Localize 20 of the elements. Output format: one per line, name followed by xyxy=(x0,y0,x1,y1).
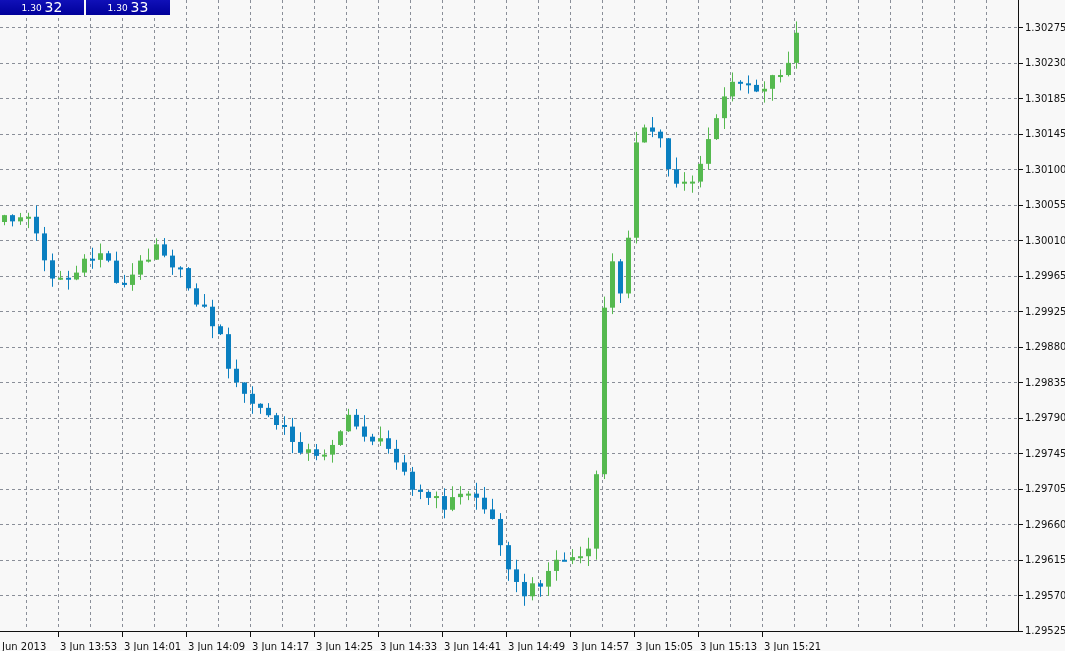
price-label: 1.30 32 xyxy=(0,0,84,15)
price-axis-label: 1.29745 xyxy=(1025,447,1065,459)
price-axis-label: 1.29790 xyxy=(1025,412,1065,423)
price-axis-label: 1.30230 xyxy=(1025,57,1065,68)
price-axis-label: 1.29660 xyxy=(1025,518,1065,530)
price-axis-label: 1.29880 xyxy=(1025,341,1065,352)
price-axis-label: 1.30185 xyxy=(1025,92,1065,104)
price-axis-label: 1.30055 xyxy=(1025,199,1065,210)
price-axis-label: 1.29965 xyxy=(1025,270,1065,281)
price-axis-label: 1.30010 xyxy=(1025,234,1065,246)
price-axis-label: 1.29615 xyxy=(1025,554,1065,565)
price-axis-label: 1.30145 xyxy=(1025,128,1065,139)
price-axis-label: 1.29570 xyxy=(1025,589,1065,601)
price-axis-label: 1.29525 xyxy=(1025,625,1065,636)
price-axis-label: 1.29705 xyxy=(1025,483,1065,494)
price-axis-label: 1.29835 xyxy=(1025,376,1065,388)
price-axis-label: 1.30100 xyxy=(1025,163,1065,175)
price-axis-label: 1.30275 xyxy=(1025,21,1065,33)
price-label: 1.30 33 xyxy=(86,0,170,15)
price-axis-label: 1.29925 xyxy=(1025,305,1065,317)
